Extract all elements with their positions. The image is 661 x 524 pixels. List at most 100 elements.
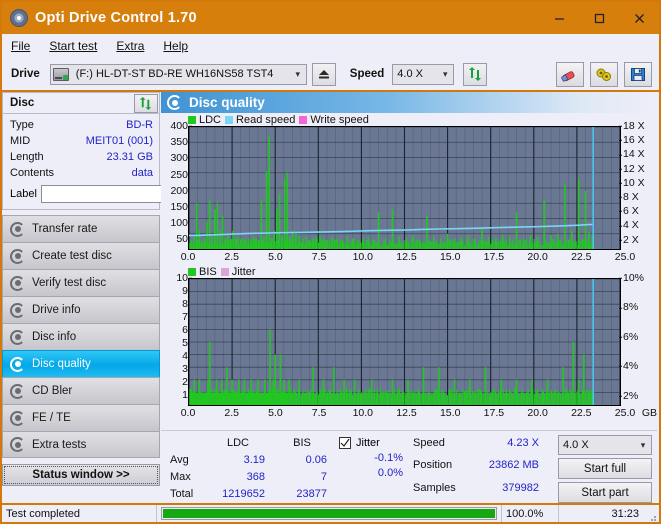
resize-grip-icon[interactable] bbox=[647, 512, 657, 522]
axis-tick-label: 0.0 bbox=[181, 251, 196, 263]
page-title: Disc quality bbox=[189, 95, 265, 110]
row-label-total: Total bbox=[161, 486, 205, 501]
axis-tick-label: 6 X bbox=[623, 206, 639, 217]
toolbar-actions bbox=[556, 62, 659, 87]
sidebar-item-disc-info[interactable]: Disc info bbox=[2, 323, 160, 350]
content-header: Disc quality bbox=[161, 92, 657, 113]
legend-jitter: Jitter bbox=[221, 266, 256, 278]
sidebar-item-extra-tests[interactable]: Extra tests bbox=[2, 431, 160, 458]
axis-tick-label: 25.0 bbox=[615, 407, 635, 419]
minimize-icon[interactable] bbox=[539, 2, 579, 34]
sidebar-item-label: CD Bler bbox=[32, 385, 72, 397]
disc-panel-title: Disc bbox=[10, 97, 34, 109]
menu-start-test[interactable]: Start test bbox=[49, 39, 97, 53]
start-full-button[interactable]: Start full bbox=[558, 458, 652, 479]
legend-swatch bbox=[188, 116, 196, 124]
samples-stat-value: 379982 bbox=[469, 480, 545, 495]
drive-select[interactable]: (F:) HL-DT-ST BD-RE WH16NS58 TST4 ▾ bbox=[50, 64, 307, 85]
bis-plot-area[interactable] bbox=[188, 278, 621, 406]
scan-speed-select[interactable]: 4.0 X ▾ bbox=[558, 435, 652, 455]
axis-tick-label: 5.0 bbox=[268, 407, 283, 419]
axis-tick-label: 5.0 bbox=[268, 251, 283, 263]
jitter-checkbox[interactable] bbox=[339, 437, 351, 449]
tools-button[interactable] bbox=[590, 62, 618, 87]
disc-icon bbox=[10, 330, 25, 345]
jitter-group: Jitter -0.1% 0.0% bbox=[333, 435, 409, 503]
axis-tick-label: 22.5 bbox=[571, 407, 591, 419]
chevron-down-icon: ▾ bbox=[290, 69, 306, 80]
sidebar-item-disc-quality[interactable]: Disc quality bbox=[2, 350, 160, 377]
jitter-value-2: 0.0% bbox=[339, 465, 403, 480]
progress-percent: 100.0% bbox=[501, 505, 558, 522]
axis-tick-label: 25.0 bbox=[615, 251, 635, 263]
menu-file[interactable]: File bbox=[11, 39, 30, 53]
ldc-plot-area[interactable] bbox=[188, 126, 621, 250]
axis-tick-label: 10% bbox=[623, 273, 644, 284]
sidebar-item-fe-te[interactable]: FE / TE bbox=[2, 404, 160, 431]
axis-tick-label: 17.5 bbox=[484, 251, 504, 263]
start-part-button[interactable]: Start part bbox=[558, 482, 652, 503]
axis-tick-label: 100 bbox=[170, 218, 188, 229]
axis-tick-label: 2.5 bbox=[224, 251, 239, 263]
eject-button[interactable] bbox=[312, 63, 336, 86]
refresh-button[interactable] bbox=[463, 63, 487, 86]
speed-select[interactable]: 4.0 X ▾ bbox=[392, 64, 454, 85]
save-button[interactable] bbox=[624, 62, 652, 87]
axis-tick-label: 250 bbox=[170, 169, 188, 180]
bis-chart-legend: BIS Jitter bbox=[161, 265, 657, 278]
bis-chart-row: 10 9 8 7 6 5 4 3 2 1 10% 8% 6% 4% 2% bbox=[161, 278, 657, 406]
menu-help[interactable]: Help bbox=[163, 39, 188, 53]
status-window-button[interactable]: Status window >> bbox=[2, 464, 160, 486]
axis-tick-label: 20.0 bbox=[527, 407, 547, 419]
col-header-ldc: LDC bbox=[205, 435, 271, 450]
axis-tick-label: 50 bbox=[176, 234, 188, 245]
window-title: Opti Drive Control 1.70 bbox=[35, 10, 197, 26]
disc-icon bbox=[167, 95, 182, 110]
axis-tick-label: 4% bbox=[623, 361, 638, 372]
axis-tick-label: 2 X bbox=[623, 234, 639, 245]
sidebar-item-transfer-rate[interactable]: Transfer rate bbox=[2, 215, 160, 242]
drive-icon bbox=[53, 68, 69, 81]
x-axis-unit: GB bbox=[642, 407, 657, 419]
sidebar-item-drive-info[interactable]: Drive info bbox=[2, 296, 160, 323]
elapsed-time: 31:23 bbox=[558, 505, 647, 522]
max-bis-value: 7 bbox=[271, 469, 333, 484]
legend-label: LDC bbox=[199, 114, 221, 126]
legend-swatch bbox=[225, 116, 233, 124]
disc-row-mid: MID MEIT01 (001) bbox=[3, 133, 159, 149]
ldc-x-axis: 0.0 2.5 5.0 7.5 10.0 12.5 15.0 17.5 20.0 22.5 25.0 bbox=[161, 250, 657, 265]
spacer-cell bbox=[161, 435, 205, 450]
bis-y2-axis: 10% 8% 6% 4% 2% bbox=[621, 278, 657, 406]
sidebar-item-verify-test-disc[interactable]: Verify test disc bbox=[2, 269, 160, 296]
disc-icon bbox=[10, 276, 25, 291]
sidebar-item-create-test-disc[interactable]: Create test disc bbox=[2, 242, 160, 269]
jitter-label: Jitter bbox=[356, 437, 380, 449]
speed-stat-label: Speed bbox=[413, 435, 469, 450]
disc-contents-value: data bbox=[132, 167, 153, 179]
avg-ldc-value: 3.19 bbox=[205, 452, 271, 467]
drive-toolbar: Drive (F:) HL-DT-ST BD-RE WH16NS58 TST4 … bbox=[2, 58, 659, 92]
disc-label-row: Label bbox=[3, 181, 159, 205]
sidebar-item-label: Disc info bbox=[32, 331, 76, 343]
app-disc-icon bbox=[10, 9, 28, 27]
bis-x-axis: 0.0 2.5 5.0 7.5 10.0 12.5 15.0 17.5 20.0 22.5 25.0… bbox=[161, 406, 657, 421]
series-ldc bbox=[190, 136, 593, 249]
drive-select-value: (F:) HL-DT-ST BD-RE WH16NS58 TST4 bbox=[72, 68, 278, 80]
left-sidebar: Disc Type BD-R MID MEIT01 (001) Length 2… bbox=[2, 92, 160, 503]
maximize-icon[interactable] bbox=[579, 2, 619, 34]
max-ldc-value: 368 bbox=[205, 469, 271, 484]
close-icon[interactable] bbox=[619, 2, 659, 34]
sidebar-item-cd-bler[interactable]: CD Bler bbox=[2, 377, 160, 404]
legend-swatch bbox=[188, 268, 196, 276]
total-ldc-value: 1219652 bbox=[205, 486, 271, 501]
scan-actions: 4.0 X ▾ Start full Start part bbox=[558, 435, 657, 503]
menu-extra[interactable]: Extra bbox=[116, 39, 144, 53]
legend-bis: BIS bbox=[188, 266, 217, 278]
disc-quality-bis-svg bbox=[189, 279, 620, 405]
eraser-button[interactable] bbox=[556, 62, 584, 87]
disc-length-value: 23.31 GB bbox=[107, 151, 153, 163]
speed-select-value: 4.0 X bbox=[393, 68, 427, 80]
disc-refresh-button[interactable] bbox=[134, 94, 158, 113]
legend-read-speed: Read speed bbox=[225, 114, 295, 126]
total-bis-value: 23877 bbox=[271, 486, 333, 501]
